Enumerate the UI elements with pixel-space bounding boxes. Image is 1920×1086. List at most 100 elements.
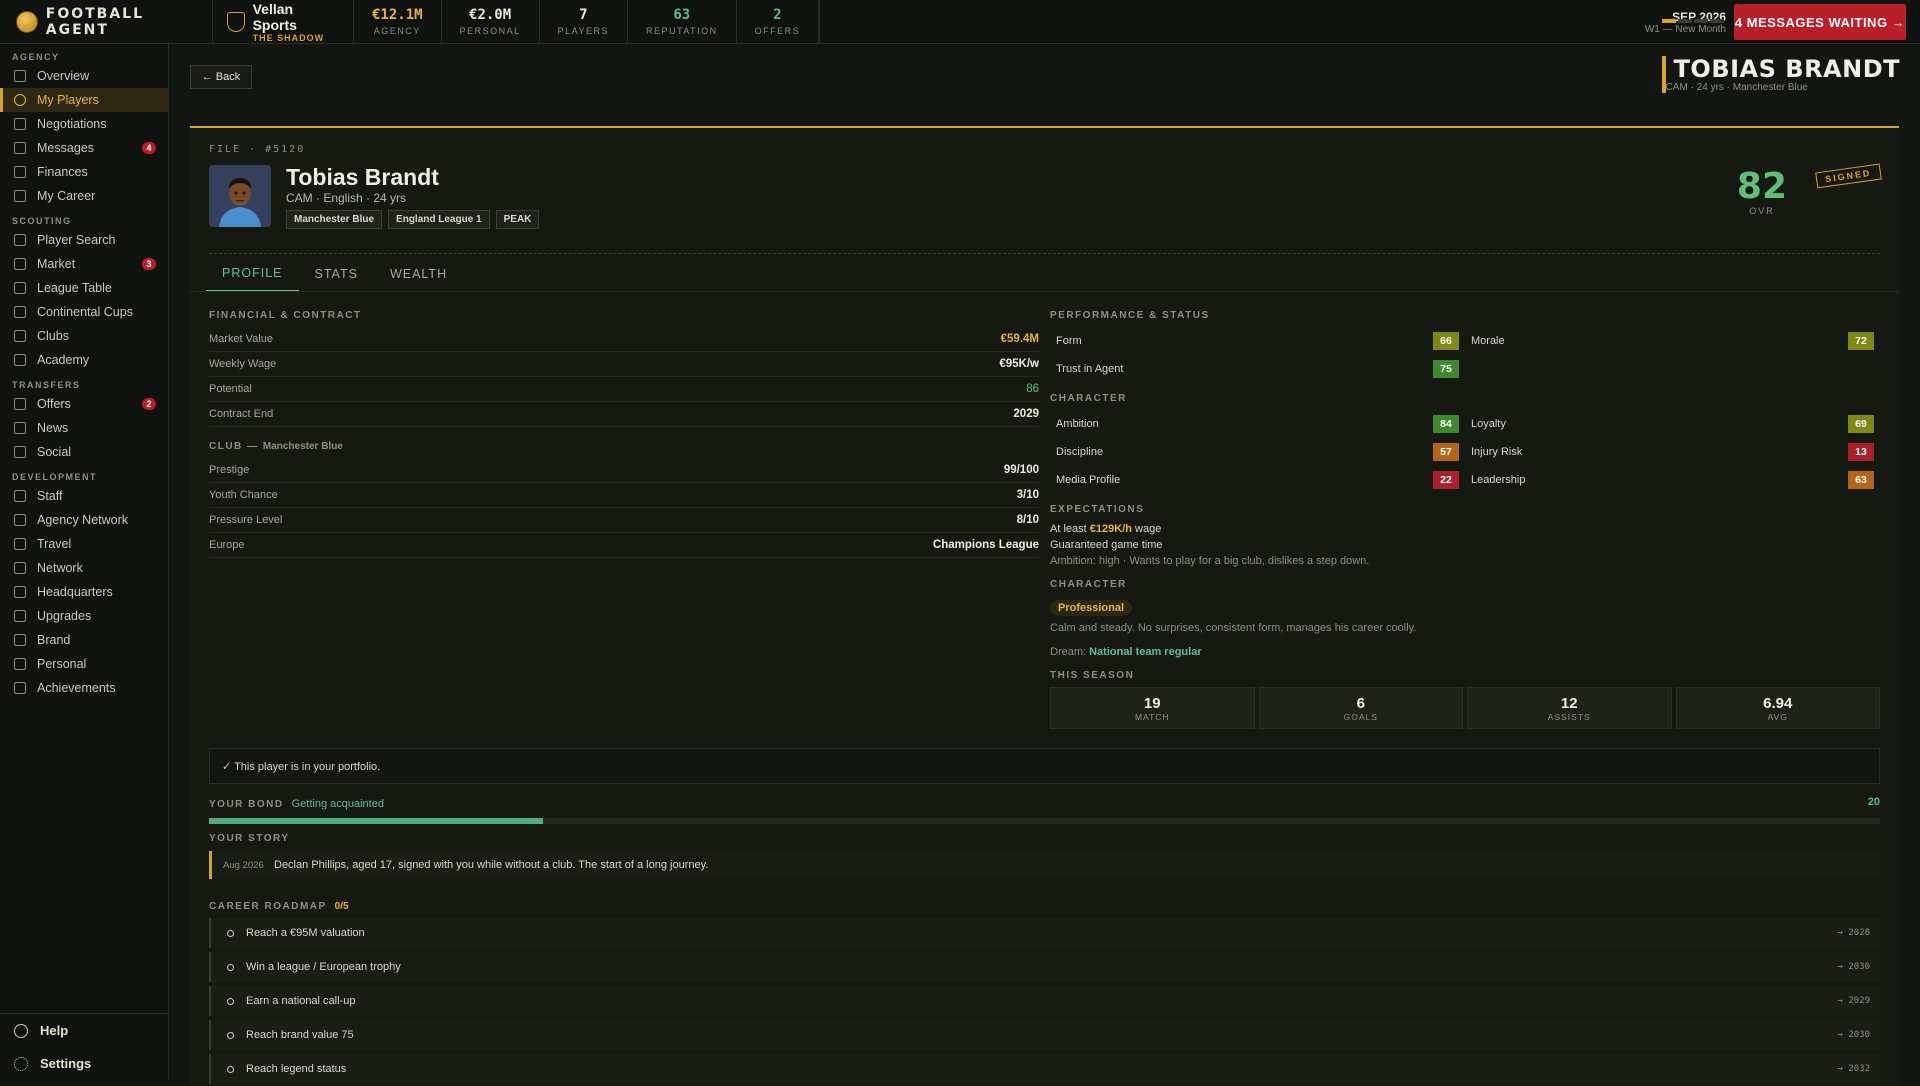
sidebar-item-my-players[interactable]: My Players <box>0 88 168 112</box>
headquarters-icon <box>14 586 26 598</box>
agency-network-icon <box>14 514 26 526</box>
club-name: Manchester Blue <box>262 441 343 452</box>
attribute-value: 84 <box>1433 415 1459 433</box>
sidebar-item-academy[interactable]: Academy <box>0 348 168 372</box>
roadmap-item[interactable]: Win a league / European trophy → 2030 <box>209 952 1880 982</box>
back-button[interactable]: ← Back <box>190 65 252 89</box>
circle-icon <box>227 1065 234 1073</box>
sidebar-item-label: Achievements <box>37 681 116 695</box>
roadmap-item[interactable]: Earn a national call-up → 2029 <box>209 986 1880 1016</box>
sidebar-item-upgrades[interactable]: Upgrades <box>0 604 168 628</box>
sidebar-item-news[interactable]: News <box>0 416 168 440</box>
sidebar-item-label: My Players <box>37 93 99 107</box>
attribute-leadership: Leadership 63 <box>1465 471 1880 489</box>
season-stat-label: ASSISTS <box>1547 711 1591 722</box>
bond-progress-bar <box>209 818 1880 824</box>
sidebar-item-clubs[interactable]: Clubs <box>0 324 168 348</box>
academy-icon <box>14 354 26 366</box>
week-label: W1 — New Month <box>1644 24 1726 35</box>
roadmap-goal: Win a league / European trophy <box>246 961 401 973</box>
stat-value: €12.1M <box>372 7 423 23</box>
sidebar-item-player-search[interactable]: Player Search <box>0 228 168 252</box>
messages-waiting-button[interactable]: 4 MESSAGES WAITING → <box>1734 4 1906 40</box>
count-badge: 4 <box>142 142 156 154</box>
season-stat-avg: 6.94 AVG <box>1675 687 1880 729</box>
sidebar-item-offers[interactable]: Offers 2 <box>0 392 168 416</box>
sidebar-item-headquarters[interactable]: Headquarters <box>0 580 168 604</box>
settings-button[interactable]: Settings <box>0 1047 169 1080</box>
sidebar-item-label: Staff <box>37 489 63 503</box>
sidebar-item-label: My Career <box>37 189 96 203</box>
help-button[interactable]: Help <box>0 1014 169 1047</box>
network-icon <box>14 562 26 574</box>
tab-wealth[interactable]: WEALTH <box>374 256 463 292</box>
league-table-icon <box>14 282 26 294</box>
roadmap-year: → 2030 <box>1837 1030 1870 1040</box>
stat-label: REPUTATION <box>645 26 718 36</box>
week-progress <box>1662 19 1724 23</box>
agency-info[interactable]: Vellan Sports THE SHADOW <box>213 1 353 43</box>
stat-value: €2.0M <box>469 7 512 23</box>
sidebar: AGENCY Overview My Players Negotiations Mess… <box>0 44 169 1080</box>
settings-label: Settings <box>40 1056 92 1071</box>
row-label: Europe <box>209 539 245 551</box>
player-tag: England League 1 <box>388 210 490 229</box>
expected-wage: At least €129K/h wage <box>1050 521 1880 537</box>
stat-value: 2 <box>773 7 782 23</box>
sidebar-item-achievements[interactable]: Achievements <box>0 676 168 700</box>
sidebar-item-finances[interactable]: Finances <box>0 160 168 184</box>
row-label: Weekly Wage <box>209 358 277 370</box>
stat-label: OFFERS <box>754 26 801 36</box>
row-label: Market Value <box>209 333 273 345</box>
sidebar-item-network[interactable]: Network <box>0 556 168 580</box>
page-subtitle: CAM · 24 yrs · Manchester Blue <box>1665 82 1808 93</box>
story-entry: Aug 2026 Declan Phillips, aged 17, signed… <box>209 851 1880 879</box>
sidebar-item-market[interactable]: Market 3 <box>0 252 168 276</box>
player-meta: CAM · English · 24 yrs <box>286 191 407 205</box>
app-logo[interactable]: FOOTBALL AGENT <box>0 6 212 38</box>
season-stat-value: 12 <box>1560 694 1578 712</box>
attribute-value: 72 <box>1848 332 1874 350</box>
tab-stats[interactable]: STATS <box>299 256 374 292</box>
row-value: 2029 <box>1013 408 1039 420</box>
roadmap-item[interactable]: Reach a €95M valuation → 2028 <box>209 918 1880 948</box>
row-label: Pressure Level <box>209 514 283 526</box>
roadmap-year: → 2030 <box>1837 962 1870 972</box>
attribute-loyalty: Loyalty 69 <box>1465 415 1880 433</box>
personal-icon <box>14 658 26 670</box>
row-value: 8/10 <box>1016 514 1039 526</box>
sidebar-item-personal[interactable]: Personal <box>0 652 168 676</box>
stat-reputation: 63 REPUTATION <box>626 0 736 44</box>
count-badge: 2 <box>142 398 156 410</box>
financial-title: FINANCIAL & CONTRACT <box>209 310 362 321</box>
bond-section: YOUR BOND Getting acquainted 20 <box>209 796 1880 824</box>
ovr-label: OVR <box>1749 206 1775 216</box>
roadmap-item[interactable]: Reach brand value 75 → 2030 <box>209 1020 1880 1050</box>
nav-section-development: DEVELOPMENT <box>12 472 98 482</box>
sidebar-item-staff[interactable]: Staff <box>0 484 168 508</box>
sidebar-item-overview[interactable]: Overview <box>0 64 168 88</box>
season-stat-assists: 12 ASSISTS <box>1467 687 1672 729</box>
info-row-potential: Potential 86 <box>209 377 1039 402</box>
performance-title: PERFORMANCE & STATUS <box>1050 310 1210 321</box>
sidebar-item-label: Social <box>37 445 72 459</box>
sidebar-item-continental-cups[interactable]: Continental Cups <box>0 300 168 324</box>
sidebar-item-brand[interactable]: Brand <box>0 628 168 652</box>
sidebar-item-my-career[interactable]: My Career <box>0 184 168 208</box>
sidebar-item-label: Network <box>37 561 83 575</box>
attribute-form: Form 66 <box>1050 332 1465 350</box>
sidebar-item-league-table[interactable]: League Table <box>0 276 168 300</box>
sidebar-item-travel[interactable]: Travel <box>0 532 168 556</box>
sidebar-item-label: Academy <box>37 353 90 367</box>
help-label: Help <box>40 1023 69 1038</box>
sidebar-item-agency-network[interactable]: Agency Network <box>0 508 168 532</box>
attribute-value: 63 <box>1848 471 1874 489</box>
attribute-value: 57 <box>1433 443 1459 461</box>
sidebar-item-label: Headquarters <box>37 585 113 599</box>
sidebar-item-social[interactable]: Social <box>0 440 168 464</box>
player-tag: PEAK <box>495 210 540 229</box>
sidebar-item-negotiations[interactable]: Negotiations <box>0 112 168 136</box>
sidebar-item-messages[interactable]: Messages 4 <box>0 136 168 160</box>
tab-profile[interactable]: PROFILE <box>206 256 299 292</box>
roadmap-goal: Reach a €95M valuation <box>246 927 365 939</box>
